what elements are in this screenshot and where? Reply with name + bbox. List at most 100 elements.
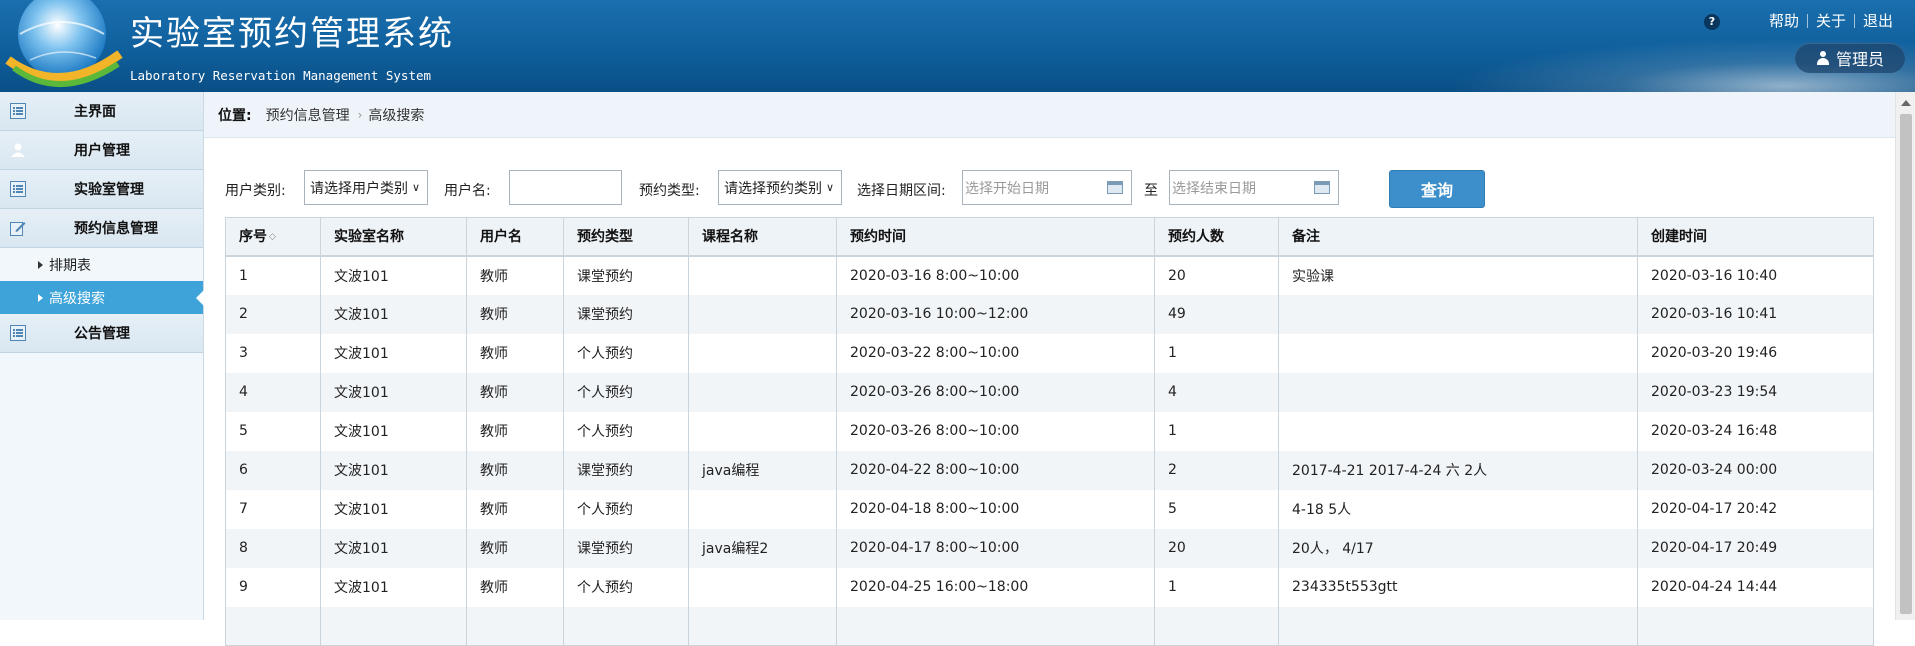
- cell-index: 9: [225, 567, 321, 607]
- sidebar-item-home[interactable]: 主界面: [0, 92, 203, 131]
- cell-index: 5: [225, 411, 321, 451]
- cell-username: 教师: [466, 567, 564, 607]
- cell-headcount: 1: [1154, 333, 1279, 373]
- column-header-course-name: 课程名称: [688, 217, 837, 257]
- table-row[interactable]: 4 文波101 教师 个人预约 2020-03-26 8:00~10:00 4 2020-0…: [225, 372, 1874, 412]
- cell-headcount: 2: [1154, 450, 1279, 490]
- column-header-headcount: 预约人数: [1154, 217, 1279, 257]
- cell-headcount: 5: [1154, 489, 1279, 529]
- table-body: 1 文波101 教师 课堂预约 2020-03-16 8:00~10:00 20 实验课 20…: [225, 255, 1874, 646]
- sidebar-item-reservations[interactable]: 预约信息管理: [0, 209, 203, 248]
- scroll-up-arrow-icon[interactable]: [1901, 100, 1911, 106]
- table-row[interactable]: 7 文波101 教师 个人预约 2020-04-18 8:00~10:00 5 4-18 5…: [225, 489, 1874, 529]
- table-row[interactable]: 2 文波101 教师 课堂预约 2020-03-16 10:00~12:00 49 2020…: [225, 294, 1874, 334]
- cell-remarks: 20人， 4/17: [1278, 528, 1638, 568]
- cell-reserve-time: 2020-03-16 8:00~10:00: [836, 255, 1155, 295]
- column-header-index[interactable]: 序号 ◇: [225, 217, 321, 257]
- table-row[interactable]: [225, 606, 1874, 646]
- calendar-icon[interactable]: [1314, 181, 1330, 194]
- cell-remarks: [1278, 294, 1638, 334]
- cell-reserve-time: 2020-03-22 8:00~10:00: [836, 333, 1155, 373]
- cell-index: 4: [225, 372, 321, 412]
- cell-username: 教师: [466, 489, 564, 529]
- start-date-input[interactable]: 选择开始日期: [962, 170, 1132, 205]
- column-header-created-at: 创建时间: [1637, 217, 1874, 257]
- table-row[interactable]: 1 文波101 教师 课堂预约 2020-03-16 8:00~10:00 20 实验课 20…: [225, 255, 1874, 295]
- reserve-type-value: 请选择预约类别: [724, 180, 822, 197]
- column-header-reserve-time: 预约时间: [836, 217, 1155, 257]
- reserve-type-select[interactable]: 请选择预约类别 ∨: [718, 170, 842, 205]
- vertical-scrollbar[interactable]: [1895, 92, 1915, 620]
- cell-index: [225, 606, 321, 646]
- breadcrumb: 位置: 预约信息管理 › 高级搜索: [204, 92, 1895, 138]
- table-row[interactable]: 5 文波101 教师 个人预约 2020-03-26 8:00~10:00 1 2020-0…: [225, 411, 1874, 451]
- breadcrumb-item-reservations[interactable]: 预约信息管理: [266, 105, 350, 125]
- help-icon[interactable]: ?: [1704, 14, 1720, 30]
- sidebar-item-announcements[interactable]: 公告管理: [0, 314, 203, 353]
- table-row[interactable]: 6 文波101 教师 课堂预约 java编程 2020-04-22 8:00~10:00 2…: [225, 450, 1874, 490]
- current-user-label: 管理员: [1835, 50, 1884, 69]
- cell-created-at: 2020-03-24 16:48: [1637, 411, 1874, 451]
- table-row[interactable]: 8 文波101 教师 课堂预约 java编程2 2020-04-17 8:00~10:00…: [225, 528, 1874, 568]
- cell-remarks: [1278, 372, 1638, 412]
- calendar-icon[interactable]: [1107, 181, 1123, 194]
- username-label: 用户名:: [444, 183, 491, 199]
- about-link[interactable]: 关于: [1808, 10, 1854, 31]
- cell-headcount: 20: [1154, 528, 1279, 568]
- user-type-select[interactable]: 请选择用户类别 ∨: [304, 170, 428, 205]
- cell-course-name: [688, 372, 837, 412]
- cell-reserve-time: 2020-03-16 10:00~12:00: [836, 294, 1155, 334]
- cell-lab-name: 文波101: [320, 489, 467, 529]
- cell-headcount: 4: [1154, 372, 1279, 412]
- cell-course-name: [688, 255, 837, 295]
- cell-reserve-type: [563, 606, 689, 646]
- cell-username: 教师: [466, 372, 564, 412]
- cell-headcount: 20: [1154, 255, 1279, 295]
- table-row[interactable]: 3 文波101 教师 个人预约 2020-03-22 8:00~10:00 1 2020-0…: [225, 333, 1874, 373]
- cell-username: 教师: [466, 528, 564, 568]
- cell-username: 教师: [466, 333, 564, 373]
- sidebar-item-users[interactable]: 用户管理: [0, 131, 203, 170]
- sort-icon[interactable]: ◇: [269, 232, 276, 242]
- list-icon: [10, 181, 26, 197]
- cell-lab-name: 文波101: [320, 411, 467, 451]
- cell-reserve-time: 2020-03-26 8:00~10:00: [836, 372, 1155, 412]
- sidebar-subitem-advanced-search[interactable]: 高级搜索: [0, 281, 204, 314]
- chevron-down-icon: ∨: [411, 181, 420, 194]
- column-header-reserve-type: 预约类型: [563, 217, 689, 257]
- cell-username: 教师: [466, 255, 564, 295]
- query-button[interactable]: 查询: [1389, 170, 1485, 208]
- help-link[interactable]: 帮助: [1761, 10, 1807, 31]
- cell-reserve-time: 2020-04-22 8:00~10:00: [836, 450, 1155, 490]
- cell-reserve-time: 2020-04-17 8:00~10:00: [836, 528, 1155, 568]
- user-icon: [11, 143, 25, 157]
- cell-reserve-time: [836, 606, 1155, 646]
- list-icon: [10, 325, 26, 341]
- current-user-badge[interactable]: 管理员: [1795, 43, 1905, 73]
- cell-reserve-type: 课堂预约: [563, 255, 689, 295]
- cell-created-at: [1637, 606, 1874, 646]
- cell-course-name: java编程: [688, 450, 837, 490]
- sidebar-item-label: 实验室管理: [74, 182, 144, 198]
- cell-lab-name: 文波101: [320, 450, 467, 490]
- cell-index: 8: [225, 528, 321, 568]
- username-input[interactable]: [509, 170, 622, 205]
- cell-headcount: 1: [1154, 567, 1279, 607]
- sidebar-subitem-label: 高级搜索: [49, 290, 105, 307]
- table-row[interactable]: 9 文波101 教师 个人预约 2020-04-25 16:00~18:00 1 23433…: [225, 567, 1874, 607]
- cell-created-at: 2020-03-24 00:00: [1637, 450, 1874, 490]
- app-title: 实验室预约管理系统: [130, 14, 454, 54]
- cell-created-at: 2020-04-24 14:44: [1637, 567, 1874, 607]
- end-date-input[interactable]: 选择结束日期: [1169, 170, 1339, 205]
- cell-index: 7: [225, 489, 321, 529]
- cell-reserve-time: 2020-03-26 8:00~10:00: [836, 411, 1155, 451]
- top-links: 帮助 关于 退出: [1761, 10, 1901, 31]
- scrollbar-thumb[interactable]: [1900, 114, 1912, 614]
- cell-remarks: 4-18 5人: [1278, 489, 1638, 529]
- logout-link[interactable]: 退出: [1855, 10, 1901, 31]
- sidebar-item-labs[interactable]: 实验室管理: [0, 170, 203, 209]
- caret-right-icon: [38, 294, 43, 302]
- sidebar-subitem-schedule[interactable]: 排期表: [0, 248, 203, 281]
- cell-created-at: 2020-03-16 10:40: [1637, 255, 1874, 295]
- cell-username: 教师: [466, 294, 564, 334]
